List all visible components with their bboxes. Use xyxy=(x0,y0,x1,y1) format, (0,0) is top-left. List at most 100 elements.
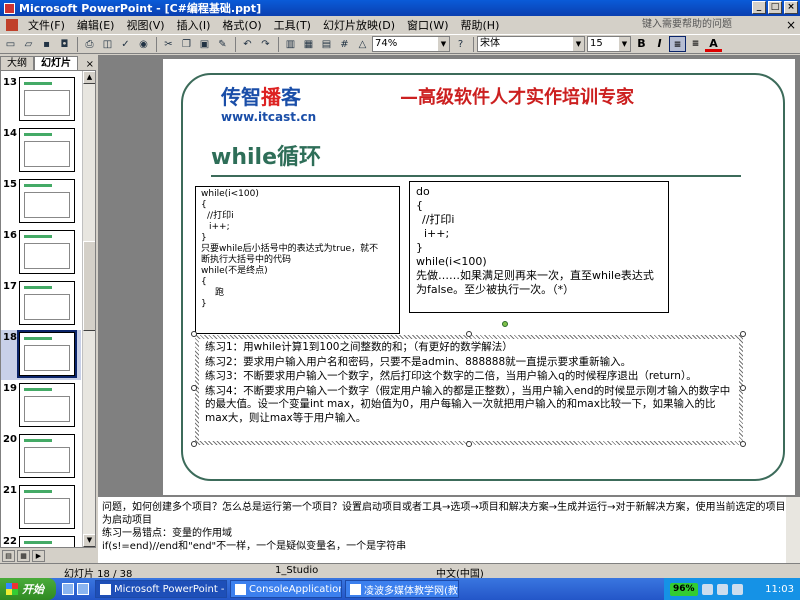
exercise-text[interactable]: 练习1：用while计算1到100之间整数的和；（有更好的数学解法） 练习2：要… xyxy=(199,339,739,441)
title-bar: Microsoft PowerPoint - [C#编程基础.ppt] _ □ … xyxy=(0,0,800,16)
new-icon[interactable]: ▭ xyxy=(2,36,19,52)
tab-slides[interactable]: 幻灯片 xyxy=(34,56,78,70)
network-icon[interactable] xyxy=(701,583,713,595)
resize-handle[interactable] xyxy=(740,441,746,447)
permission-icon[interactable]: ◘ xyxy=(56,36,73,52)
document-close-icon[interactable]: × xyxy=(786,18,796,32)
redo-icon[interactable]: ↷ xyxy=(257,36,274,52)
font-select[interactable]: 宋体 ▼ xyxy=(477,36,585,52)
resize-handle[interactable] xyxy=(740,331,746,337)
task-teaching-net[interactable]: 凌波多媒体教学网(教... xyxy=(345,580,459,598)
exercise-line: 练习1：用while计算1到100之间整数的和；（有更好的数学解法） xyxy=(205,341,513,353)
rotate-handle[interactable] xyxy=(502,321,508,327)
minimize-button[interactable]: _ xyxy=(752,1,766,14)
help-icon[interactable]: ? xyxy=(452,36,469,52)
menu-insert[interactable]: 插入(I) xyxy=(171,17,217,33)
slide-thumbnail[interactable]: 20 xyxy=(1,432,81,482)
slide-thumbnail[interactable]: 16 xyxy=(1,228,81,278)
table-icon[interactable]: ▦ xyxy=(300,36,317,52)
align-left-button[interactable]: ≡ xyxy=(669,36,686,52)
pane-close-icon[interactable]: × xyxy=(86,59,94,70)
volume-icon[interactable] xyxy=(716,583,728,595)
slide-number: 19 xyxy=(3,383,17,394)
resize-handle[interactable] xyxy=(740,385,746,391)
menu-tools[interactable]: 工具(T) xyxy=(268,17,317,33)
menu-help[interactable]: 帮助(H) xyxy=(455,17,506,33)
quick-launch-icon[interactable] xyxy=(62,583,74,595)
chevron-down-icon[interactable]: ▼ xyxy=(619,37,630,51)
exercise-textbox-selected[interactable]: 练习1：用while计算1到100之间整数的和；（有更好的数学解法） 练习2：要… xyxy=(195,335,743,445)
slide-preview xyxy=(19,536,75,547)
notes-scrollbar[interactable] xyxy=(786,497,800,563)
undo-icon[interactable]: ↶ xyxy=(239,36,256,52)
slide-thumbnail[interactable]: 14 xyxy=(1,126,81,176)
scroll-down-icon[interactable]: ▼ xyxy=(83,534,95,547)
resize-handle[interactable] xyxy=(191,441,197,447)
do-while-code-box[interactable]: do { //打印i i++; } while(i<100) 先做……如果满足则… xyxy=(409,181,669,313)
grid-icon[interactable]: # xyxy=(336,36,353,52)
menu-file[interactable]: 文件(F) xyxy=(22,17,71,33)
scroll-up-icon[interactable]: ▲ xyxy=(83,71,95,84)
tables-borders-icon[interactable]: ▤ xyxy=(318,36,335,52)
powerpoint-app-icon[interactable] xyxy=(4,2,15,14)
close-button[interactable]: × xyxy=(784,1,798,14)
save-icon[interactable]: ▪ xyxy=(38,36,55,52)
font-value: 宋体 xyxy=(480,38,500,49)
print-icon[interactable]: ⎙ xyxy=(81,36,98,52)
resize-handle[interactable] xyxy=(191,331,197,337)
task-console-app[interactable]: ConsoleApplication1 - Mi... xyxy=(230,580,342,598)
resize-handle[interactable] xyxy=(466,331,472,337)
zoom-select[interactable]: 74% ▼ xyxy=(372,36,450,52)
chevron-down-icon[interactable]: ▼ xyxy=(438,37,449,51)
font-size-select[interactable]: 15 ▼ xyxy=(587,36,631,52)
slide-thumbnail[interactable]: 21 xyxy=(1,483,81,533)
maximize-button[interactable]: □ xyxy=(768,1,782,14)
while-code-box[interactable]: while(i<100) { //打印i i++; } 只要while后小括号中… xyxy=(195,186,400,334)
quick-launch-icon[interactable] xyxy=(77,583,89,595)
scrollbar-thumb[interactable] xyxy=(83,241,95,331)
menu-format[interactable]: 格式(O) xyxy=(216,17,267,33)
format-painter-icon[interactable]: ✎ xyxy=(214,36,231,52)
slide-thumbnail[interactable]: 15 xyxy=(1,177,81,227)
slide-thumbnail-selected[interactable]: 18 xyxy=(1,330,81,380)
help-search-input[interactable]: 键入需要帮助的问题 xyxy=(640,17,760,32)
print-preview-icon[interactable]: ◫ xyxy=(99,36,116,52)
code-line: { xyxy=(201,200,207,210)
italic-button[interactable]: I xyxy=(651,36,668,52)
drawing-icon[interactable]: △ xyxy=(354,36,371,52)
paste-icon[interactable]: ▣ xyxy=(196,36,213,52)
task-powerpoint[interactable]: Microsoft PowerPoint - [... xyxy=(95,580,227,598)
resize-handle[interactable] xyxy=(466,441,472,447)
menu-view[interactable]: 视图(V) xyxy=(120,17,170,33)
slideshow-icon[interactable]: ▶ xyxy=(32,549,45,562)
slide-thumbnail[interactable]: 13 xyxy=(1,75,81,125)
start-button[interactable]: 开始 xyxy=(0,578,56,600)
tab-outline[interactable]: 大纲 xyxy=(0,56,34,70)
normal-view-icon[interactable]: ▤ xyxy=(2,549,15,562)
spelling-icon[interactable]: ✓ xyxy=(117,36,134,52)
slide-thumbnail[interactable]: 22 xyxy=(1,534,81,547)
menu-edit[interactable]: 编辑(E) xyxy=(71,17,121,33)
copy-icon[interactable]: ❐ xyxy=(178,36,195,52)
notes-pane[interactable]: 问题，如何创建多个项目？怎么总是运行第一个项目？设置启动项目或者工具→选项→项目… xyxy=(98,495,800,563)
battery-indicator[interactable]: 96% xyxy=(670,582,698,596)
menu-slideshow[interactable]: 幻灯片放映(D) xyxy=(317,17,401,33)
document-icon[interactable] xyxy=(6,19,18,31)
align-center-button[interactable]: ≡ xyxy=(687,36,704,52)
chart-icon[interactable]: ▥ xyxy=(282,36,299,52)
chevron-down-icon[interactable]: ▼ xyxy=(573,37,584,51)
slide-heading[interactable]: while循环 xyxy=(211,139,321,171)
slide-sorter-icon[interactable]: ▦ xyxy=(17,549,30,562)
resize-handle[interactable] xyxy=(191,385,197,391)
font-color-button[interactable]: A xyxy=(705,36,722,52)
input-method-icon[interactable] xyxy=(731,583,743,595)
open-icon[interactable]: ▱ xyxy=(20,36,37,52)
bold-button[interactable]: B xyxy=(633,36,650,52)
slide-thumbnail[interactable]: 19 xyxy=(1,381,81,431)
menu-window[interactable]: 窗口(W) xyxy=(401,17,454,33)
slide-thumbnail[interactable]: 17 xyxy=(1,279,81,329)
thumbnail-scrollbar[interactable]: ▲ ▼ xyxy=(82,71,95,547)
cut-icon[interactable]: ✂ xyxy=(160,36,177,52)
research-icon[interactable]: ◉ xyxy=(135,36,152,52)
clock[interactable]: 11:03 xyxy=(765,584,794,595)
